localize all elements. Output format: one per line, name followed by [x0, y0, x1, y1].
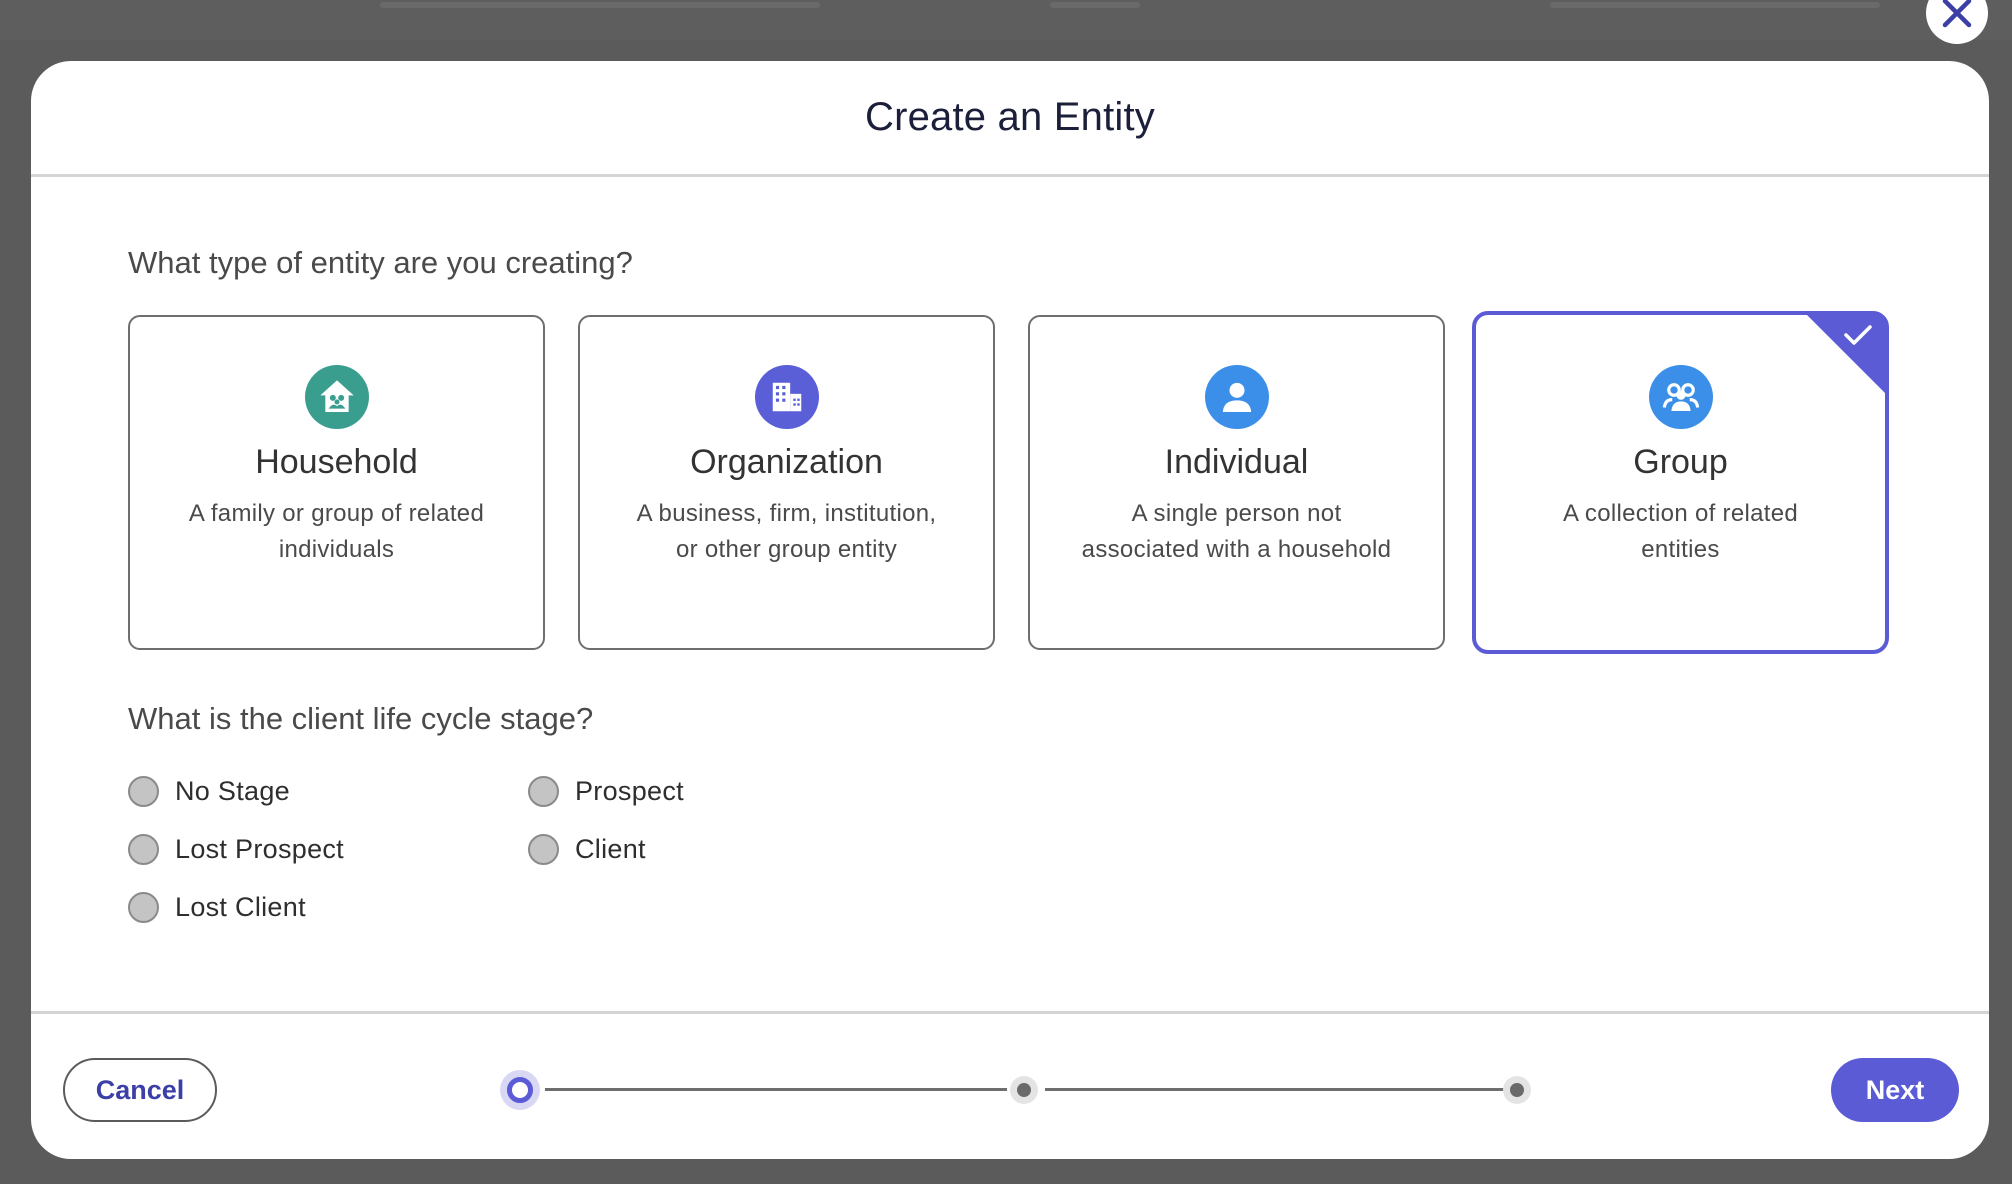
radio-button[interactable] [128, 834, 159, 865]
radio-lost-client[interactable]: Lost Client [128, 892, 306, 923]
close-icon [1942, 0, 1972, 28]
household-icon [304, 365, 369, 429]
entity-card-group[interactable]: Group A collection of related entities [1472, 311, 1889, 654]
stepper-line [545, 1088, 1007, 1091]
background-bar [1550, 2, 1880, 8]
entity-type-question: What type of entity are you creating? [128, 245, 633, 280]
entity-card-household[interactable]: Household A family or group of related i… [128, 315, 545, 650]
background-bar [380, 2, 820, 8]
checkmark-icon [1844, 325, 1872, 345]
background-bar [1050, 2, 1140, 8]
entity-card-individual[interactable]: Individual A single person not associate… [1028, 315, 1445, 650]
radio-button[interactable] [128, 892, 159, 923]
entity-card-description: A collection of related entities [1562, 500, 1799, 563]
stepper-line [1045, 1088, 1507, 1091]
create-entity-dialog: Create an Entity What type of entity are… [31, 61, 1989, 1159]
step-2-indicator [1010, 1076, 1038, 1104]
radio-label: No Stage [175, 776, 290, 806]
step-1-indicator [500, 1070, 540, 1110]
entity-card-title: Organization [690, 443, 883, 481]
life-cycle-question: What is the client life cycle stage? [128, 701, 594, 736]
step-3-indicator [1503, 1076, 1531, 1104]
radio-label: Lost Client [175, 892, 306, 922]
entity-card-organization[interactable]: Organization A business, firm, instituti… [578, 315, 995, 650]
radio-no-stage[interactable]: No Stage [128, 776, 290, 807]
entity-card-title: Group [1633, 443, 1728, 481]
radio-button[interactable] [528, 834, 559, 865]
radio-button[interactable] [528, 776, 559, 807]
group-icon [1648, 365, 1713, 429]
background-page [0, 0, 2012, 40]
dialog-footer: Cancel Next [31, 1011, 1989, 1159]
entity-card-title: Individual [1164, 443, 1309, 481]
building-icon [754, 365, 819, 429]
next-button[interactable]: Next [1831, 1058, 1959, 1122]
radio-lost-prospect[interactable]: Lost Prospect [128, 834, 344, 865]
radio-button[interactable] [128, 776, 159, 807]
dialog-header: Create an Entity [31, 61, 1989, 177]
entity-card-description: A business, firm, institution, or other … [636, 500, 937, 563]
radio-label: Client [575, 834, 646, 864]
entity-card-title: Household [255, 443, 418, 481]
entity-card-description: A family or group of related individuals [188, 500, 485, 563]
radio-client[interactable]: Client [528, 834, 646, 865]
radio-label: Prospect [575, 776, 684, 806]
entity-card-description: A single person not associated with a ho… [1081, 500, 1392, 563]
radio-prospect[interactable]: Prospect [528, 776, 684, 807]
cancel-button[interactable]: Cancel [63, 1058, 217, 1122]
radio-label: Lost Prospect [175, 834, 344, 864]
dialog-title: Create an Entity [864, 95, 1156, 139]
person-icon [1204, 365, 1269, 429]
